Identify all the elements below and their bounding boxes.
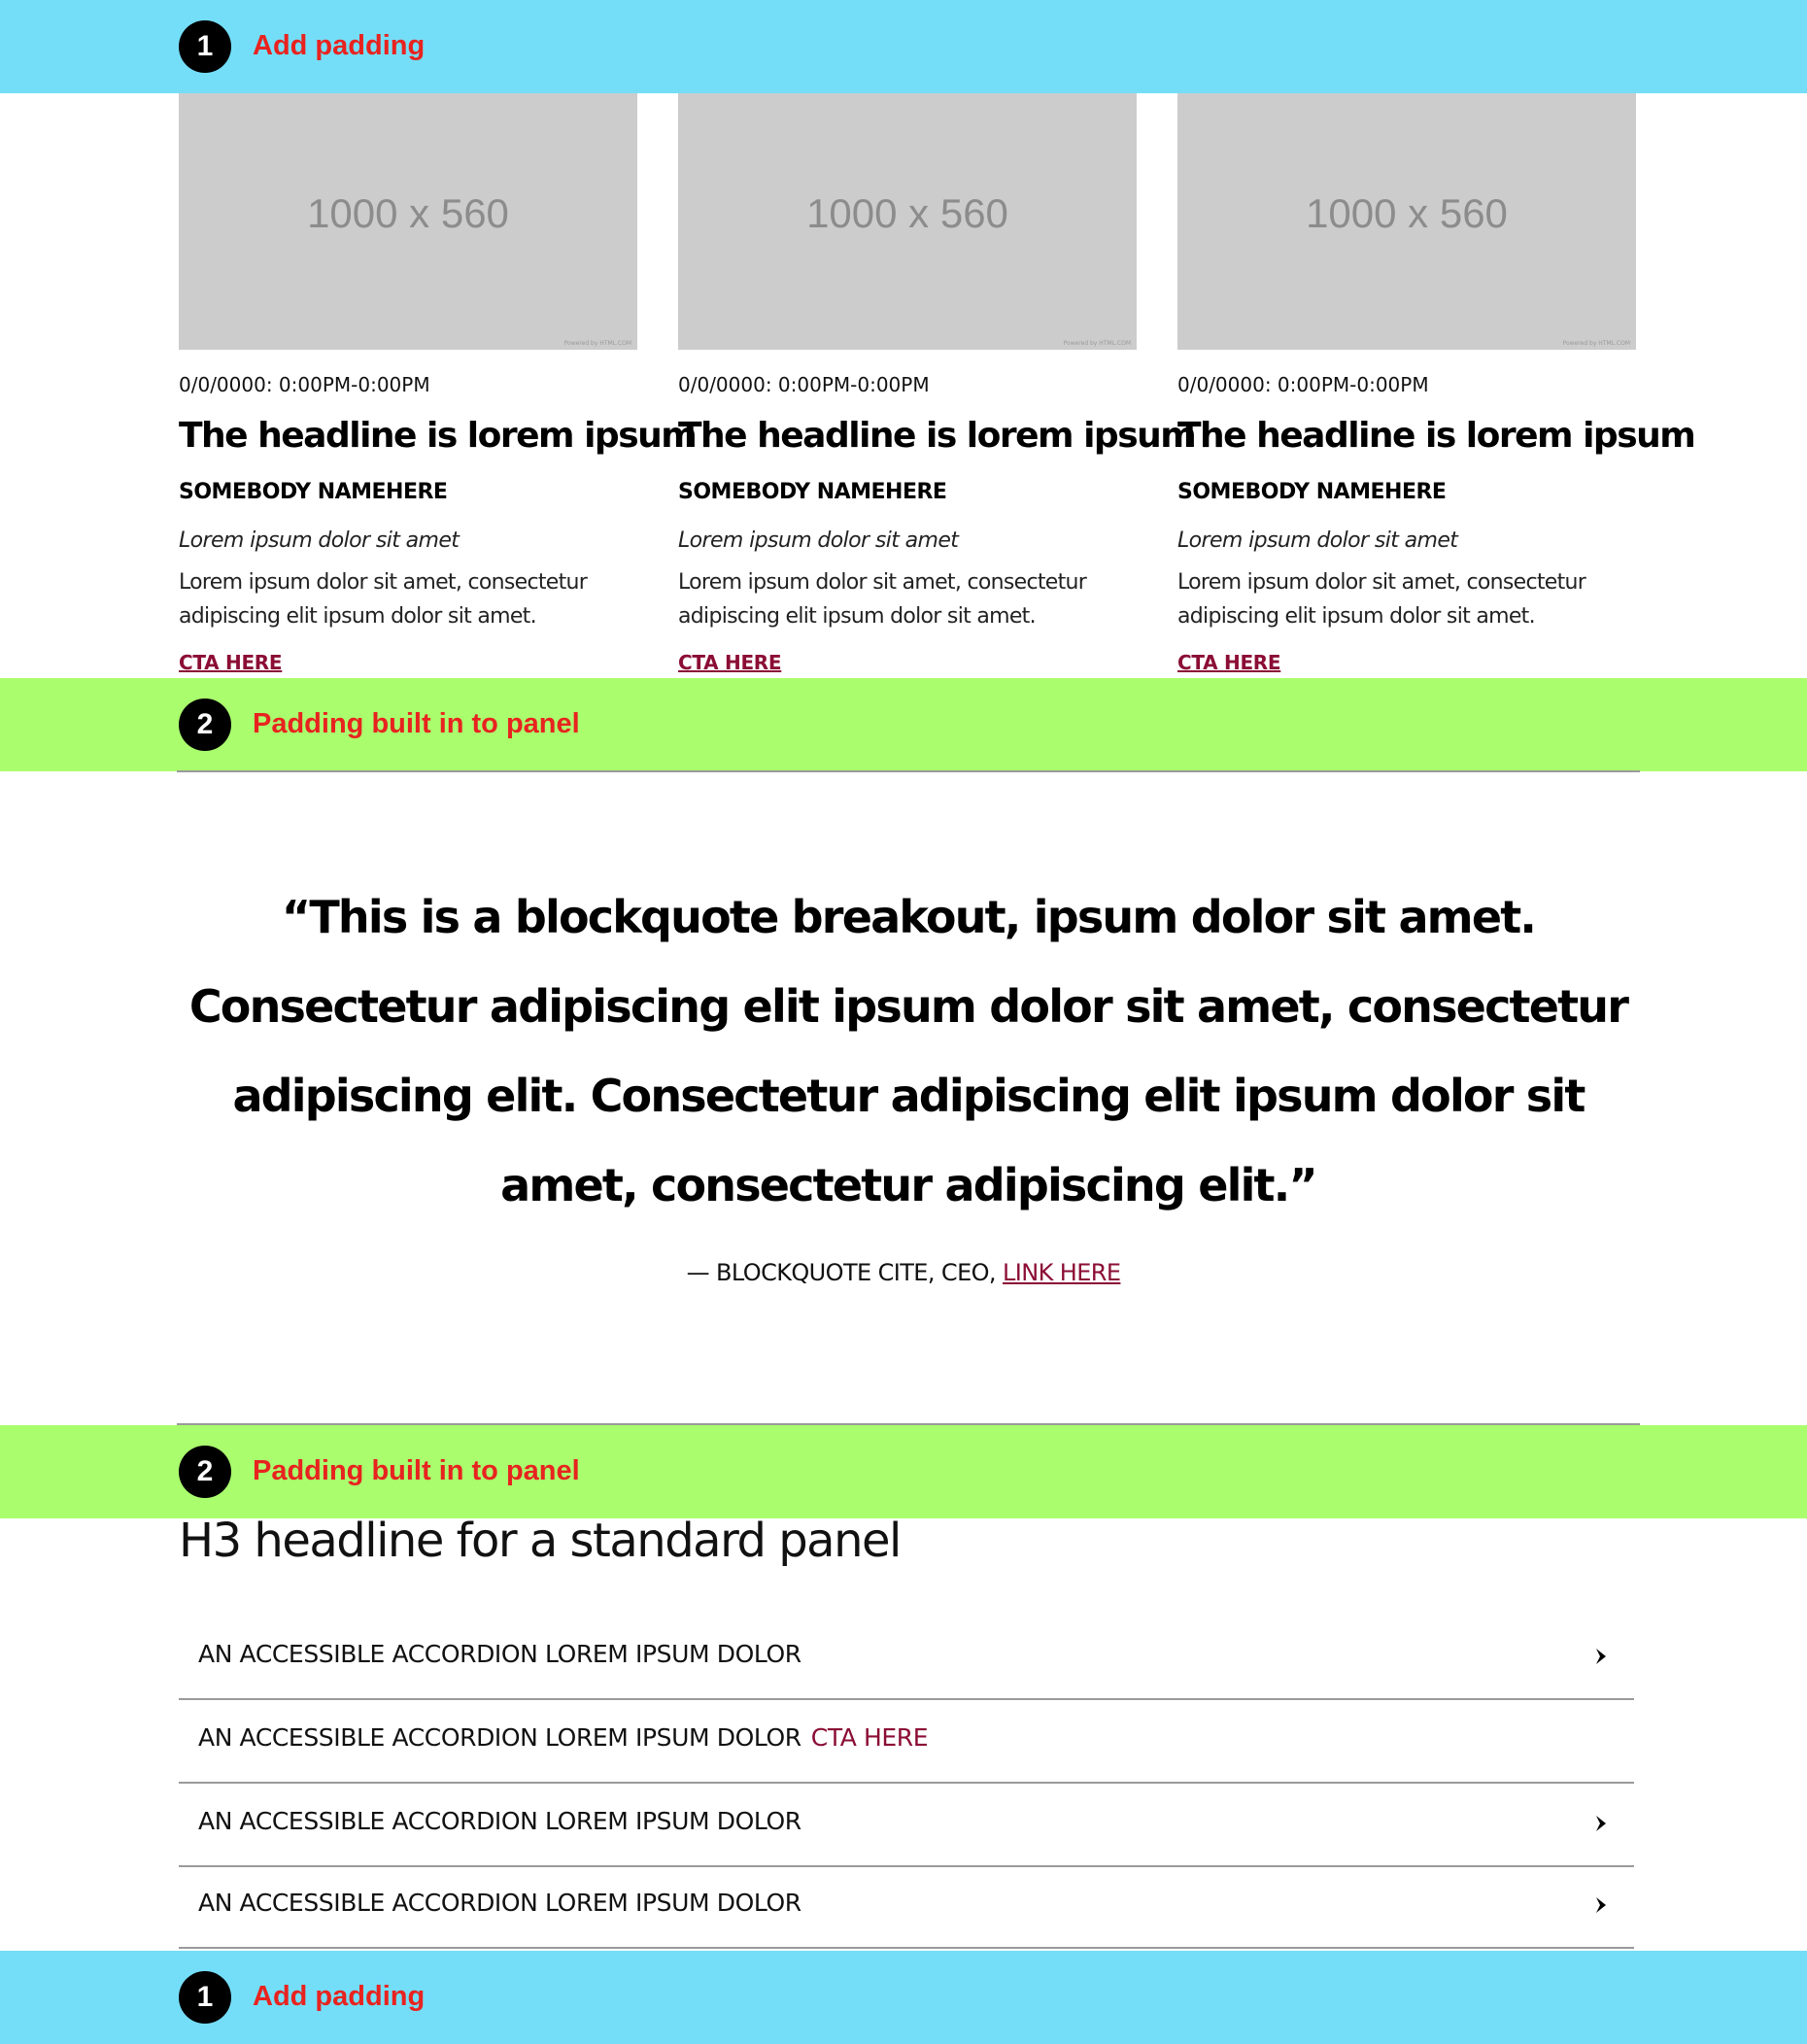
card-subhead: Lorem ipsum dolor sit amet bbox=[678, 528, 959, 553]
chevron-right-icon bbox=[1596, 1649, 1606, 1664]
annotation-label: Add padding bbox=[253, 30, 426, 61]
image-credit: Powered by HTML.COM bbox=[1063, 340, 1131, 347]
card-author: SOMEBODY NAMEHERE bbox=[179, 480, 448, 504]
chevron-right-icon bbox=[1596, 1816, 1606, 1831]
card-headline: The headline is lorem ipsum bbox=[678, 416, 1197, 456]
step-badge-1: 1 bbox=[179, 20, 231, 73]
blockquote-top-divider bbox=[177, 770, 1640, 772]
card-cta-link[interactable]: CTA HERE bbox=[179, 651, 283, 674]
chevron-right-icon bbox=[1596, 1897, 1606, 1913]
accordion-item-label: AN ACCESSIBLE ACCORDION LOREM IPSUM DOLO… bbox=[198, 1640, 801, 1668]
annotation-label: Padding built in to panel bbox=[253, 1455, 580, 1486]
accordion-item-label: AN ACCESSIBLE ACCORDION LOREM IPSUM DOLO… bbox=[198, 1723, 929, 1752]
blockquote-cite-text: — BLOCKQUOTE CITE, CEO, bbox=[686, 1259, 1003, 1286]
accordion-item-label-text: AN ACCESSIBLE ACCORDION LOREM IPSUM DOLO… bbox=[198, 1723, 801, 1752]
accordion-item[interactable]: AN ACCESSIBLE ACCORDION LOREM IPSUM DOLO… bbox=[179, 1617, 1634, 1700]
accordion-item-label: AN ACCESSIBLE ACCORDION LOREM IPSUM DOLO… bbox=[198, 1807, 801, 1835]
blockquote-text: “This is a blockquote breakout, ipsum do… bbox=[188, 891, 1629, 1211]
accordion-item-label: AN ACCESSIBLE ACCORDION LOREM IPSUM DOLO… bbox=[198, 1889, 801, 1917]
card-subhead: Lorem ipsum dolor sit amet bbox=[1177, 528, 1458, 553]
card-cta-link[interactable]: CTA HERE bbox=[1177, 651, 1281, 674]
event-date: 0/0/0000: 0:00PM-0:00PM bbox=[1177, 373, 1429, 396]
card-author: SOMEBODY NAMEHERE bbox=[678, 480, 947, 504]
accordion-item[interactable]: AN ACCESSIBLE ACCORDION LOREM IPSUM DOLO… bbox=[179, 1700, 1634, 1784]
panel-h3-headline: H3 headline for a standard panel bbox=[179, 1514, 902, 1568]
annotation-label: Add padding bbox=[253, 1981, 426, 2012]
event-card: 1000 x 560 Powered by HTML.COM 0/0/0000:… bbox=[179, 93, 698, 674]
accordion-item[interactable]: AN ACCESSIBLE ACCORDION LOREM IPSUM DOLO… bbox=[179, 1784, 1634, 1867]
card-cta-link[interactable]: CTA HERE bbox=[678, 651, 782, 674]
blockquote-cite: — BLOCKQUOTE CITE, CEO, LINK HERE bbox=[0, 1259, 1807, 1286]
annotation-band-add-padding-top: 1 Add padding bbox=[0, 0, 1807, 93]
image-placeholder-label: 1000 x 560 bbox=[806, 190, 1008, 236]
event-date: 0/0/0000: 0:00PM-0:00PM bbox=[678, 373, 930, 396]
blockquote-cite-link[interactable]: LINK HERE bbox=[1003, 1259, 1121, 1286]
annotation-band-add-padding-bottom: 1 Add padding bbox=[0, 1951, 1807, 2044]
card-author: SOMEBODY NAMEHERE bbox=[1177, 480, 1447, 504]
image-placeholder-label: 1000 x 560 bbox=[1306, 190, 1508, 236]
annotation-label: Padding built in to panel bbox=[253, 708, 580, 739]
card-headline: The headline is lorem ipsum bbox=[1177, 416, 1696, 456]
event-card: 1000 x 560 Powered by HTML.COM 0/0/0000:… bbox=[678, 93, 1197, 674]
card-body: Lorem ipsum dolor sit amet, consectetur … bbox=[1177, 570, 1586, 629]
step-badge-2: 2 bbox=[179, 698, 231, 751]
image-credit: Powered by HTML.COM bbox=[563, 340, 631, 347]
image-placeholder: 1000 x 560 Powered by HTML.COM bbox=[1177, 93, 1636, 350]
annotation-band-padding-built-in: 2 Padding built in to panel bbox=[0, 1425, 1807, 1518]
card-body: Lorem ipsum dolor sit amet, consectetur … bbox=[678, 570, 1087, 629]
annotation-band-padding-built-in: 2 Padding built in to panel bbox=[0, 678, 1807, 771]
image-credit: Powered by HTML.COM bbox=[1562, 340, 1630, 347]
accordion-cta-link[interactable]: CTA HERE bbox=[811, 1723, 929, 1752]
image-placeholder: 1000 x 560 Powered by HTML.COM bbox=[678, 93, 1137, 350]
card-subhead: Lorem ipsum dolor sit amet bbox=[179, 528, 460, 553]
accordion-item[interactable]: AN ACCESSIBLE ACCORDION LOREM IPSUM DOLO… bbox=[179, 1865, 1634, 1949]
card-headline: The headline is lorem ipsum bbox=[179, 416, 698, 456]
image-placeholder: 1000 x 560 Powered by HTML.COM bbox=[179, 93, 637, 350]
event-date: 0/0/0000: 0:00PM-0:00PM bbox=[179, 373, 430, 396]
card-body: Lorem ipsum dolor sit amet, consectetur … bbox=[179, 570, 588, 629]
step-badge-2: 2 bbox=[179, 1446, 231, 1498]
event-card: 1000 x 560 Powered by HTML.COM 0/0/0000:… bbox=[1177, 93, 1696, 674]
image-placeholder-label: 1000 x 560 bbox=[307, 190, 509, 236]
step-badge-1: 1 bbox=[179, 1971, 231, 2024]
